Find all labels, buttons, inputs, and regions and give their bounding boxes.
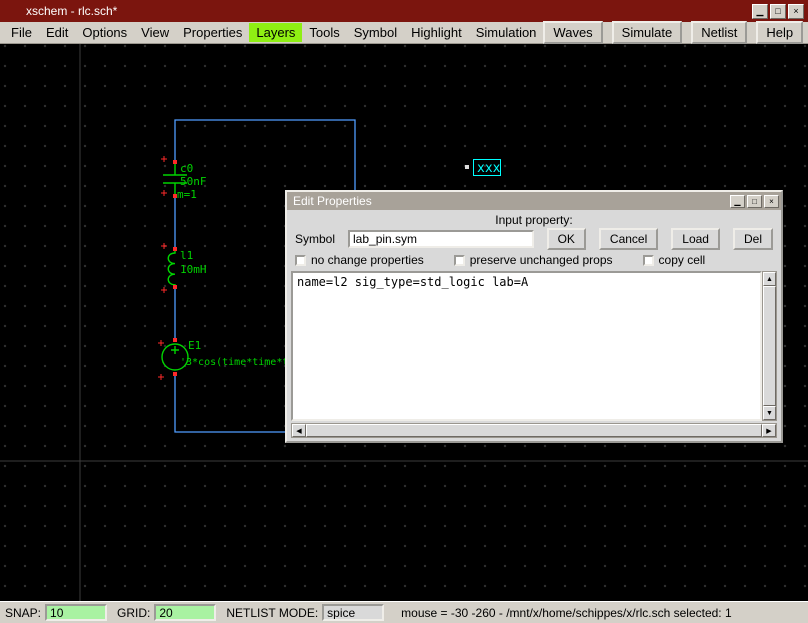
dialog-window-controls: ▁ □ ×	[730, 195, 781, 208]
inductor-value-label[interactable]: 10mH	[180, 263, 207, 276]
dialog-close-icon[interactable]: ×	[764, 195, 779, 208]
scroll-up-icon[interactable]: ▲	[763, 272, 776, 286]
dialog-title-bar[interactable]: Edit Properties ▁ □ ×	[287, 192, 781, 210]
checkbox-label: copy cell	[659, 253, 706, 267]
netlist-mode-label: NETLIST MODE:	[226, 606, 318, 620]
menu-properties[interactable]: Properties	[176, 23, 249, 42]
property-text-region: name=l2 sig_type=std_logic lab=A ▲ ▼	[291, 271, 777, 421]
menu-tools[interactable]: Tools	[302, 23, 346, 42]
menu-simulation[interactable]: Simulation	[469, 23, 544, 42]
snap-input[interactable]	[45, 604, 107, 621]
preserve-unchanged-props-checkbox[interactable]: preserve unchanged props	[454, 253, 613, 267]
no-change-properties-checkbox[interactable]: no change properties	[295, 253, 424, 267]
symbol-row: Symbol OK Cancel Load Del	[287, 227, 781, 250]
net-label-text[interactable]: xxx	[477, 161, 501, 176]
scroll-down-icon[interactable]: ▼	[763, 406, 776, 420]
checkbox-indicator[interactable]	[295, 255, 306, 266]
menu-bar: File Edit Options View Properties Layers…	[0, 22, 808, 44]
minimize-icon[interactable]: ▁	[752, 4, 768, 19]
dialog-minimize-icon[interactable]: ▁	[730, 195, 745, 208]
status-bar: SNAP: GRID: NETLIST MODE: mouse = -30 -2…	[0, 601, 808, 623]
ok-button[interactable]: OK	[547, 228, 586, 250]
menu-file[interactable]: File	[4, 23, 39, 42]
checkbox-indicator[interactable]	[643, 255, 654, 266]
menu-edit[interactable]: Edit	[39, 23, 75, 42]
vertical-scrollbar-thumb[interactable]	[763, 286, 776, 406]
maximize-icon[interactable]: □	[770, 4, 786, 19]
symbol-input[interactable]	[348, 230, 534, 248]
capacitor-value-label[interactable]: 50nF	[180, 175, 207, 188]
title-bar[interactable]: xschem - rlc.sch* ▁ □ ×	[0, 0, 808, 22]
grid-input[interactable]	[154, 604, 216, 621]
vertical-scrollbar[interactable]: ▲ ▼	[762, 271, 777, 421]
menu-options[interactable]: Options	[75, 23, 134, 42]
horizontal-scrollbar[interactable]: ◀ ▶	[291, 423, 777, 438]
load-button[interactable]: Load	[671, 228, 720, 250]
simulate-button[interactable]: Simulate	[612, 21, 683, 44]
checkbox-label: no change properties	[311, 253, 424, 267]
capacitor-name-label[interactable]: c0	[180, 162, 193, 175]
dialog-maximize-icon[interactable]: □	[747, 195, 762, 208]
properties-textarea[interactable]: name=l2 sig_type=std_logic lab=A	[291, 271, 762, 421]
edit-properties-dialog: Edit Properties ▁ □ × Input property: Sy…	[285, 190, 783, 443]
waves-button[interactable]: Waves	[543, 21, 602, 44]
snap-label: SNAP:	[5, 606, 41, 620]
scroll-right-icon[interactable]: ▶	[762, 424, 776, 437]
checkbox-row: no change properties preserve unchanged …	[287, 250, 781, 269]
menu-highlight[interactable]: Highlight	[404, 23, 469, 42]
copy-cell-checkbox[interactable]: copy cell	[643, 253, 706, 267]
menu-view[interactable]: View	[134, 23, 176, 42]
del-button[interactable]: Del	[733, 228, 773, 250]
horizontal-scrollbar-thumb[interactable]	[306, 424, 762, 437]
scroll-left-icon[interactable]: ◀	[292, 424, 306, 437]
menu-symbol[interactable]: Symbol	[347, 23, 404, 42]
net-label-anchor	[465, 165, 469, 169]
mouse-status-text: mouse = -30 -260 - /mnt/x/home/schippes/…	[401, 606, 731, 620]
menu-layers[interactable]: Layers	[249, 23, 302, 42]
cancel-button[interactable]: Cancel	[599, 228, 658, 250]
input-property-label: Input property:	[287, 210, 781, 227]
checkbox-indicator[interactable]	[454, 255, 465, 266]
netlist-mode-input[interactable]	[322, 604, 384, 621]
close-icon[interactable]: ×	[788, 4, 804, 19]
inductor-name-label[interactable]: l1	[180, 249, 193, 262]
checkbox-label: preserve unchanged props	[470, 253, 613, 267]
capacitor-mult-label[interactable]: m=1	[177, 188, 197, 201]
window-controls: ▁ □ ×	[752, 4, 808, 19]
window-title: xschem - rlc.sch*	[0, 4, 117, 18]
help-button[interactable]: Help	[756, 21, 803, 44]
source-name-label[interactable]: E1	[188, 339, 201, 352]
symbol-label: Symbol	[295, 232, 335, 246]
netlist-button[interactable]: Netlist	[691, 21, 747, 44]
inductor-symbol[interactable]	[168, 249, 175, 287]
xschem-window: xschem - rlc.sch* ▁ □ × File Edit Option…	[0, 0, 808, 623]
grid-label: GRID:	[117, 606, 150, 620]
net-label-selected[interactable]: xxx	[465, 160, 501, 177]
dialog-title: Edit Properties	[293, 194, 372, 208]
